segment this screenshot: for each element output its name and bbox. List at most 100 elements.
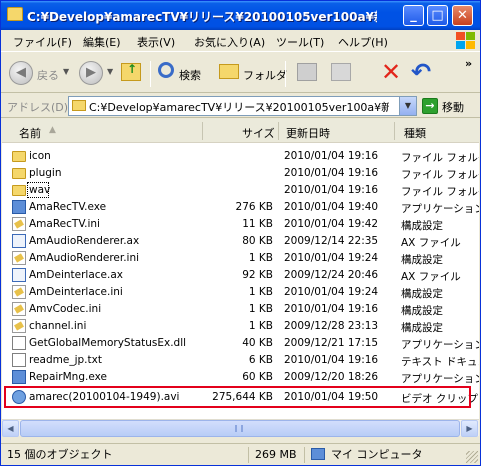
column-type[interactable]: 種類 [404,125,426,141]
minimize-button[interactable]: _ [403,5,424,26]
address-bar: アドレス(D) C:¥Develop¥amarecTV¥リリース¥2010010… [1,94,480,118]
folder-icon [12,168,26,179]
back-button-label[interactable]: 戻る [37,67,59,83]
file-type: ファイル フォルダ [401,169,479,181]
file-date: 2009/12/24 20:46 [284,269,379,281]
menu-bar: ファイル(F) 編集(E) 表示(V) お気に入り(A) ツール(T) ヘルプ(… [1,30,480,52]
toolbar: ◀ 戻る ▼ ▶ ▼ ↑ 検索 フォルダ ✕ ↶ » [1,53,480,93]
file-name: AmaRecTV.ini [29,218,100,230]
file-name: AmAudioRenderer.ini [29,252,140,264]
copy-to-icon[interactable] [331,63,351,81]
menu-tools[interactable]: ツール(T) [276,34,324,50]
resize-grip[interactable] [466,451,478,463]
scroll-left-icon[interactable]: ◀ [2,420,19,437]
address-input[interactable]: C:¥Develop¥amarecTV¥リリース¥20100105ver100a… [68,96,417,116]
file-row[interactable]: icon 2010/01/04 19:16 ファイル フォルダ [2,148,479,165]
file-type: AX ファイル [401,271,461,283]
search-button[interactable]: 検索 [179,67,201,83]
menu-view[interactable]: 表示(V) [137,34,175,50]
menu-file[interactable]: ファイル(F) [13,34,72,50]
column-date[interactable]: 更新日時 [286,125,330,141]
forward-dropdown-icon[interactable]: ▼ [107,67,113,76]
file-date: 2010/01/04 19:42 [284,218,379,230]
scroll-thumb[interactable] [20,420,460,437]
file-date: 2010/01/04 19:24 [284,286,379,298]
address-value[interactable]: C:¥Develop¥amarecTV¥リリース¥20100105ver100a… [89,99,389,115]
file-row[interactable]: AmDeinterlace.ini 1 KB 2010/01/04 19:24 構成設… [2,284,479,301]
file-row[interactable]: AmaRecTV.ini 11 KB 2010/01/04 19:42 構成設定 [2,216,479,233]
column-size[interactable]: サイズ [242,125,275,141]
file-type: 構成設定 [401,322,443,334]
file-type: AX ファイル [401,237,461,249]
focus-rectangle [27,182,49,198]
file-name: AmDeinterlace.ini [29,286,123,298]
file-row[interactable]: RepairMng.exe 60 KB 2009/12/20 18:26 アプリケーシ… [2,369,479,386]
ini-icon [12,319,26,333]
column-name[interactable]: 名前 [19,125,41,141]
column-divider[interactable] [278,122,279,140]
close-button[interactable]: ✕ [452,5,473,26]
file-row[interactable]: AmAudioRenderer.ini 1 KB 2010/01/04 19:24 構… [2,250,479,267]
maximize-button[interactable]: □ [427,5,448,26]
exe-icon [12,370,26,384]
explorer-window: C:¥Develop¥amarecTV¥リリース¥20100105ver100a… [0,0,481,466]
dll-icon [12,336,26,350]
file-type: テキスト ドキュメ [401,356,479,368]
title-bar[interactable]: C:¥Develop¥amarecTV¥リリース¥20100105ver100a… [1,1,480,30]
ini-icon [12,217,26,231]
file-date: 2010/01/04 19:16 [284,167,379,179]
file-type: アプリケーション [401,373,479,385]
file-row[interactable]: AmaRecTV.exe 276 KB 2010/01/04 19:40 アプリケーシ… [2,199,479,216]
file-name: RepairMng.exe [29,371,107,383]
back-arrow-icon[interactable]: ◀ [9,61,33,85]
address-dropdown-icon[interactable]: ▼ [399,97,416,115]
scroll-right-icon[interactable]: ▶ [461,420,478,437]
file-date: 2010/01/04 19:16 [284,184,379,196]
go-arrow-icon[interactable]: → [422,98,438,114]
file-row[interactable]: plugin 2010/01/04 19:16 ファイル フォルダ [2,165,479,182]
folders-icon[interactable] [219,64,239,79]
toolbar-separator [150,61,151,87]
file-date: 2010/01/04 19:16 [284,150,379,162]
horizontal-scrollbar[interactable]: ◀ ▶ [2,419,479,437]
menu-help[interactable]: ヘルプ(H) [338,34,388,50]
toolbar-overflow-icon[interactable]: » [465,57,472,70]
file-size: 6 KB [248,354,273,366]
txt-icon [12,353,26,367]
file-row[interactable]: AmAudioRenderer.ax 80 KB 2009/12/14 22:35 A… [2,233,479,250]
back-dropdown-icon[interactable]: ▼ [63,67,69,76]
file-row[interactable]: AmvCodec.ini 1 KB 2010/01/04 19:16 構成設定 [2,301,479,318]
menu-edit[interactable]: 編集(E) [83,34,121,50]
file-row[interactable]: channel.ini 1 KB 2009/12/28 23:13 構成設定 [2,318,479,335]
file-type: アプリケーション拡 [401,339,479,351]
column-divider[interactable] [202,122,203,140]
move-to-icon[interactable] [297,63,317,81]
file-size: 11 KB [242,218,273,230]
go-button[interactable]: 移動 [442,99,464,115]
file-row[interactable]: wav 2010/01/04 19:16 ファイル フォルダ [2,182,479,199]
menu-favorites[interactable]: お気に入り(A) [194,34,265,50]
search-icon[interactable] [158,62,174,78]
column-divider[interactable] [394,122,395,140]
file-list: 名前 ▲ サイズ 更新日時 種類 icon 2010/01/04 19:16 ファイ… [2,119,479,419]
undo-icon[interactable]: ↶ [411,58,431,86]
exe-icon [12,200,26,214]
delete-icon[interactable]: ✕ [381,58,401,86]
file-size: 1 KB [248,320,273,332]
up-folder-icon[interactable]: ↑ [121,62,141,81]
status-total-size: 269 MB [251,447,305,463]
file-row[interactable]: readme_jp.txt 6 KB 2010/01/04 19:16 テキスト ドキ… [2,352,479,369]
file-date: 2010/01/04 19:16 [284,354,379,366]
file-date: 2010/01/04 19:40 [284,201,379,213]
window-title: C:¥Develop¥amarecTV¥リリース¥20100105ver100a… [27,10,377,24]
file-row[interactable]: GetGlobalMemoryStatusEx.dll 40 KB 2009/12/… [2,335,479,352]
folder-icon [12,151,26,162]
file-date: 2010/01/04 19:24 [284,252,379,264]
forward-arrow-icon[interactable]: ▶ [79,61,103,85]
folders-button[interactable]: フォルダ [243,67,287,83]
file-date: 2009/12/20 18:26 [284,371,379,383]
file-name: AmvCodec.ini [29,303,102,315]
file-name: readme_jp.txt [29,354,102,366]
file-row[interactable]: AmDeinterlace.ax 92 KB 2009/12/24 20:46 AX … [2,267,479,284]
file-name: channel.ini [29,320,87,332]
